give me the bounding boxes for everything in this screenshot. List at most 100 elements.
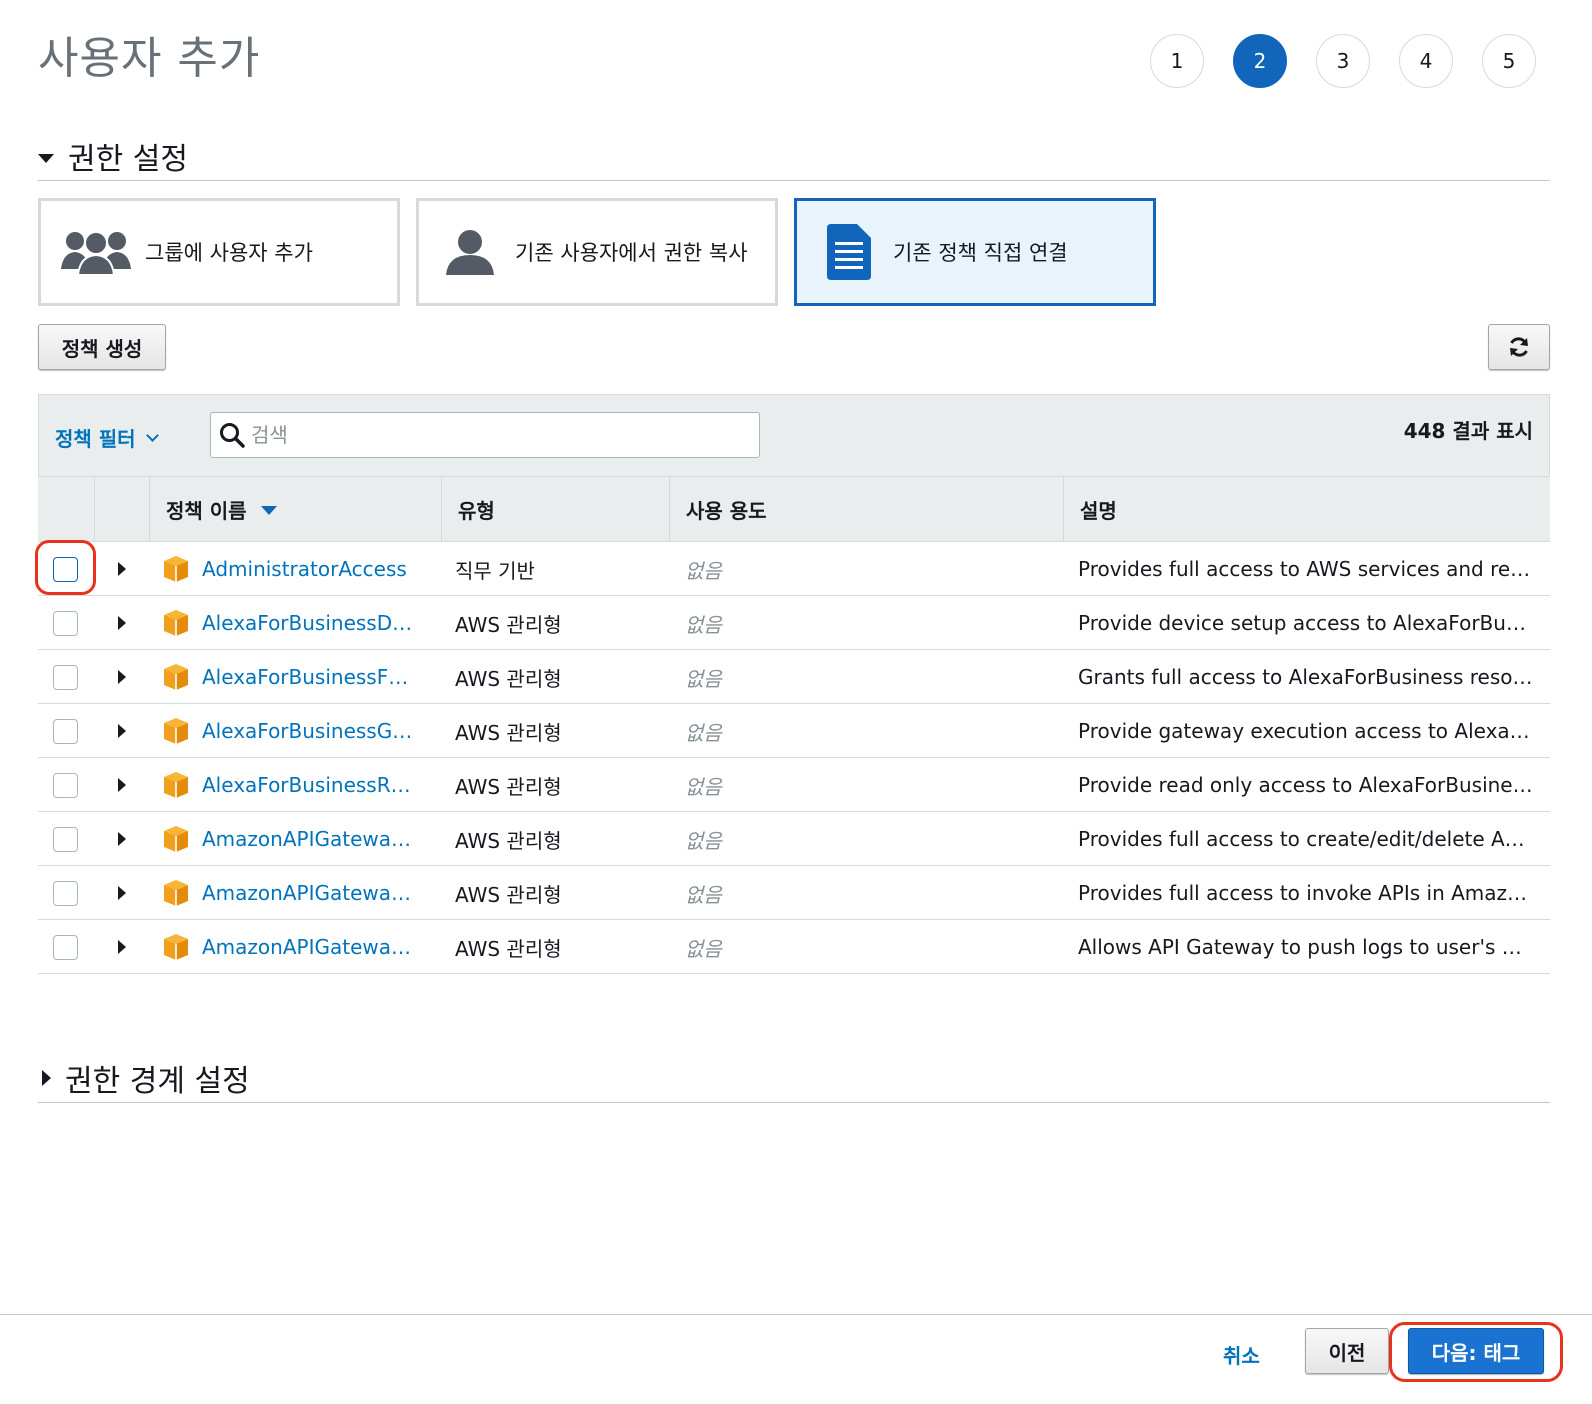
search-input[interactable] <box>251 423 731 447</box>
policy-type: AWS 관리형 <box>455 774 562 799</box>
sort-descending-icon <box>260 506 277 515</box>
policy-description: Provides full access to create/edit/dele… <box>1078 827 1525 851</box>
policy-name-link[interactable]: AlexaForBusinessF… <box>202 665 408 689</box>
policy-type: AWS 관리형 <box>455 828 562 853</box>
managed-policy-icon <box>162 825 190 853</box>
managed-policy-icon <box>162 717 190 745</box>
policy-description: Allows API Gateway to push logs to user'… <box>1078 935 1522 959</box>
policy-name-link[interactable]: AmazonAPIGatewa… <box>202 881 411 905</box>
step-3[interactable]: 3 <box>1316 34 1370 88</box>
policy-description: Provide device setup access to AlexaForB… <box>1078 611 1526 635</box>
policy-usage: 없음 <box>685 720 722 745</box>
managed-policy-icon <box>162 609 190 637</box>
next-tags-button[interactable]: 다음: 태그 <box>1408 1328 1544 1374</box>
managed-policy-icon <box>162 663 190 691</box>
row-checkbox[interactable] <box>53 718 78 744</box>
section-divider <box>38 1102 1550 1103</box>
table-row[interactable]: AmazonAPIGatewa… AWS 관리형 없음 Provides full a… <box>38 866 1550 920</box>
column-header-policy-name[interactable]: 정책 이름 <box>149 477 441 541</box>
create-policy-button[interactable]: 정책 생성 <box>38 324 166 370</box>
step-4[interactable]: 4 <box>1399 34 1453 88</box>
option-label: 기존 사용자에서 권한 복사 <box>515 241 748 265</box>
managed-policy-icon <box>162 879 190 907</box>
table-row[interactable]: AlexaForBusinessG… AWS 관리형 없음 Provide gatew… <box>38 704 1550 758</box>
search-field[interactable] <box>210 412 760 458</box>
policy-usage: 없음 <box>685 936 722 961</box>
refresh-icon <box>1510 337 1528 357</box>
expand-row-icon[interactable] <box>118 832 126 846</box>
policy-name-link[interactable]: AlexaForBusinessD… <box>202 611 412 635</box>
step-5[interactable]: 5 <box>1482 34 1536 88</box>
option-attach-policies[interactable]: 기존 정책 직접 연결 <box>794 198 1156 306</box>
managed-policy-icon <box>162 555 190 583</box>
policy-type: 직무 기반 <box>455 558 535 583</box>
table-row[interactable]: AmazonAPIGatewa… AWS 관리형 없음 Allows API Gate… <box>38 920 1550 974</box>
page-title: 사용자 추가 <box>38 33 261 84</box>
permissions-section-title: 권한 설정 <box>68 142 188 177</box>
column-header-usage[interactable]: 사용 용도 <box>669 477 1063 541</box>
managed-policy-icon <box>162 771 190 799</box>
results-count: 448 결과 표시 <box>1403 419 1533 443</box>
row-checkbox[interactable] <box>53 556 78 582</box>
row-checkbox[interactable] <box>53 934 78 960</box>
policy-description: Provides full access to AWS services and… <box>1078 557 1531 581</box>
option-label: 그룹에 사용자 추가 <box>145 241 313 265</box>
column-header-label: 정책 이름 <box>166 498 247 523</box>
step-2[interactable]: 2 <box>1233 34 1287 88</box>
expand-row-icon[interactable] <box>118 778 126 792</box>
policy-name-link[interactable]: AmazonAPIGatewa… <box>202 827 411 851</box>
table-row[interactable]: AlexaForBusinessF… AWS 관리형 없음 Grants full a… <box>38 650 1550 704</box>
permissions-section-toggle[interactable]: 권한 설정 <box>38 134 188 178</box>
row-checkbox[interactable] <box>53 826 78 852</box>
table-row[interactable]: AmazonAPIGatewa… AWS 관리형 없음 Provides full a… <box>38 812 1550 866</box>
row-checkbox[interactable] <box>53 664 78 690</box>
policy-usage: 없음 <box>685 774 722 799</box>
refresh-button[interactable] <box>1488 324 1550 370</box>
policy-usage: 없음 <box>685 882 722 907</box>
user-icon <box>446 230 494 275</box>
column-header-description[interactable]: 설명 <box>1063 477 1550 541</box>
cancel-button[interactable]: 취소 <box>1223 1340 1260 1369</box>
previous-button[interactable]: 이전 <box>1305 1328 1389 1374</box>
row-checkbox[interactable] <box>53 880 78 906</box>
policy-name-link[interactable]: AlexaForBusinessR… <box>202 773 411 797</box>
option-add-to-group[interactable]: 그룹에 사용자 추가 <box>38 198 400 306</box>
expand-row-icon[interactable] <box>118 616 126 630</box>
boundary-section-title: 권한 경계 설정 <box>65 1064 250 1099</box>
expand-row-icon[interactable] <box>118 940 126 954</box>
policy-filter-label: 정책 필터 <box>55 427 136 451</box>
search-icon <box>220 423 245 448</box>
row-checkbox[interactable] <box>53 610 78 636</box>
policy-filter-dropdown[interactable]: 정책 필터 <box>55 423 159 452</box>
row-checkbox[interactable] <box>53 772 78 798</box>
column-header-type[interactable]: 유형 <box>441 477 669 541</box>
group-icon <box>61 231 131 276</box>
expand-row-icon[interactable] <box>118 670 126 684</box>
policy-name-link[interactable]: AlexaForBusinessG… <box>202 719 412 743</box>
table-toolbar: 정책 필터 448 결과 표시 <box>38 394 1550 476</box>
chevron-down-icon <box>145 429 159 442</box>
boundary-section-toggle[interactable]: 권한 경계 설정 <box>38 1056 250 1100</box>
policy-name-link[interactable]: AmazonAPIGatewa… <box>202 935 411 959</box>
footer-divider <box>0 1314 1592 1315</box>
policy-description: Provide gateway execution access to Alex… <box>1078 719 1530 743</box>
expand-row-icon[interactable] <box>118 562 126 576</box>
step-indicator: 1 2 3 4 5 <box>1150 34 1536 88</box>
table-row[interactable]: AlexaForBusinessD… AWS 관리형 없음 Provide devic… <box>38 596 1550 650</box>
expand-row-icon[interactable] <box>118 724 126 738</box>
table-row[interactable]: AlexaForBusinessR… AWS 관리형 없음 Provide read … <box>38 758 1550 812</box>
expand-column-header <box>94 477 150 541</box>
policy-description: Grants full access to AlexaForBusiness r… <box>1078 665 1533 689</box>
policy-usage: 없음 <box>685 828 722 853</box>
step-1[interactable]: 1 <box>1150 34 1204 88</box>
policy-name-link[interactable]: AdministratorAccess <box>202 557 407 581</box>
policy-usage: 없음 <box>685 666 722 691</box>
caret-right-icon <box>42 1070 51 1086</box>
table-header: 정책 이름 유형 사용 용도 설명 <box>38 476 1550 542</box>
policy-description: Provides full access to invoke APIs in A… <box>1078 881 1528 905</box>
option-copy-permissions[interactable]: 기존 사용자에서 권한 복사 <box>416 198 778 306</box>
policy-type: AWS 관리형 <box>455 882 562 907</box>
table-row[interactable]: AdministratorAccess 직무 기반 없음 Provides full … <box>38 542 1550 596</box>
document-icon <box>827 224 871 280</box>
expand-row-icon[interactable] <box>118 886 126 900</box>
